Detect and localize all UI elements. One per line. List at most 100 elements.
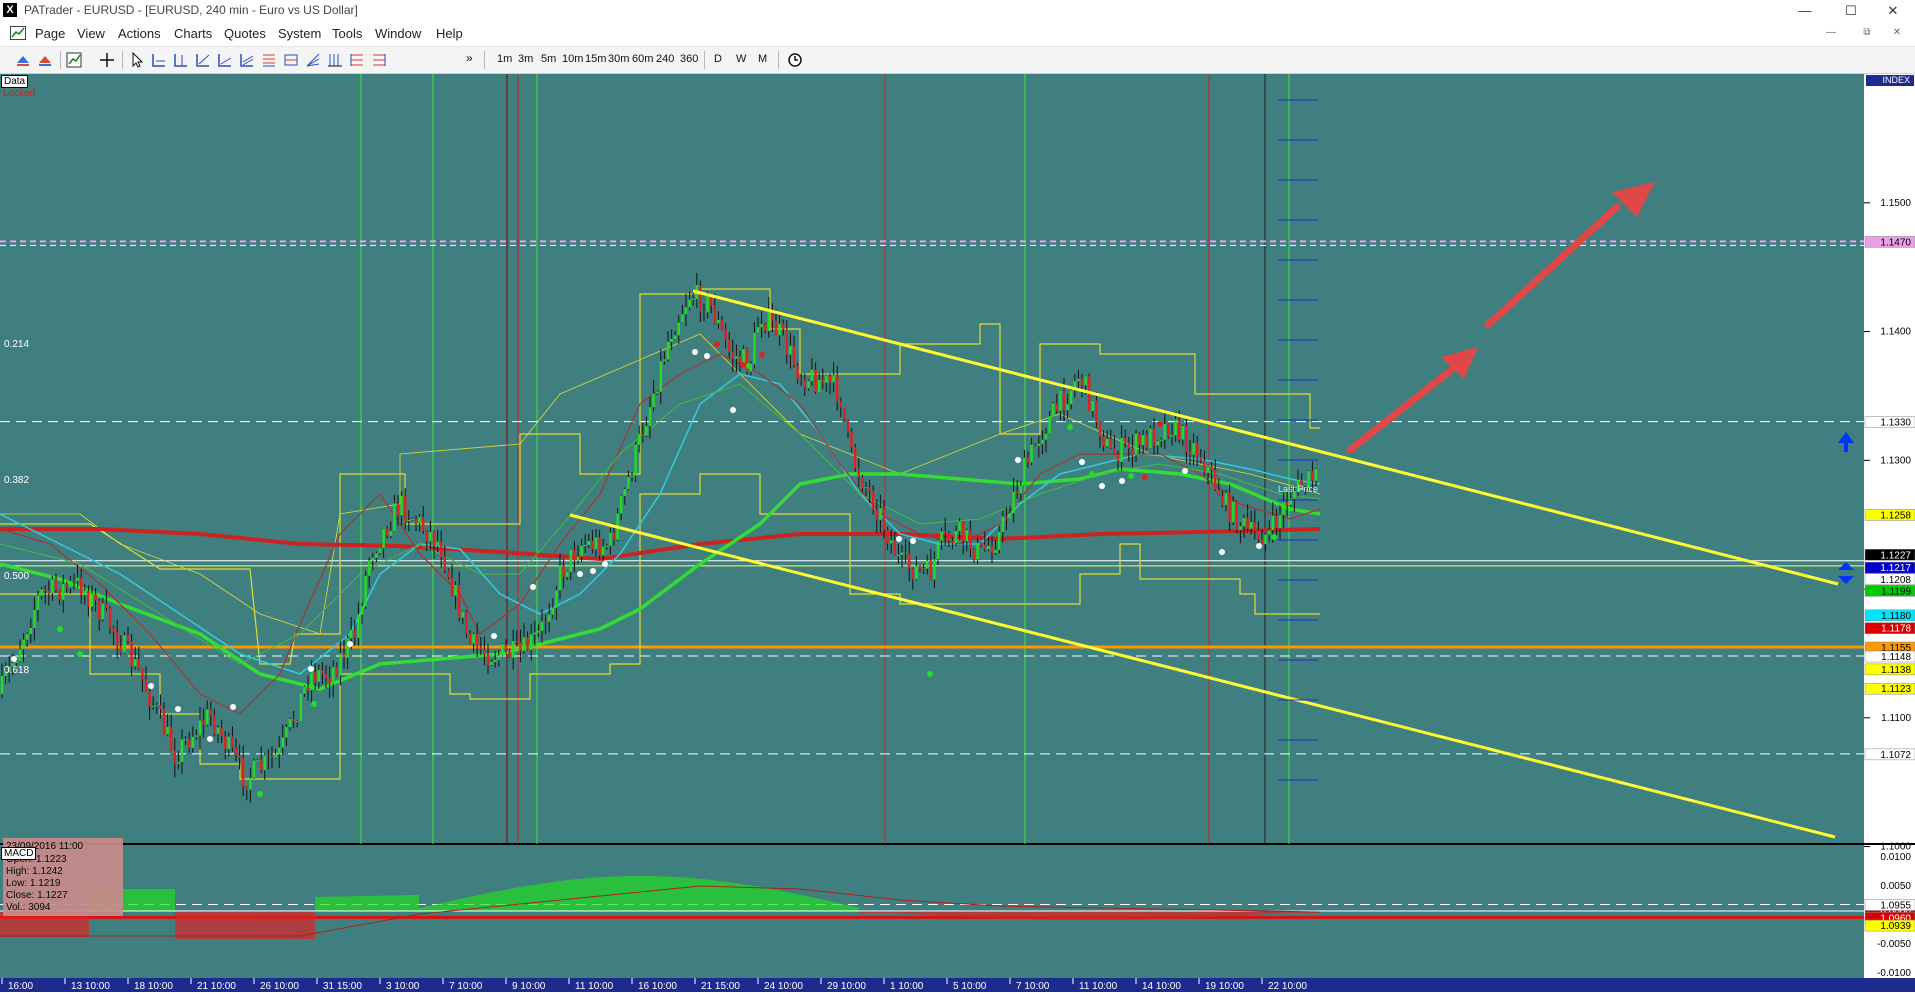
channel-tool-icon[interactable] <box>238 51 256 69</box>
candle-body <box>278 747 281 755</box>
child-minimize-button[interactable]: — <box>1820 25 1842 41</box>
candle-body <box>864 487 868 489</box>
swing-point-dot <box>57 626 63 632</box>
vertical-line-tool-icon[interactable] <box>172 51 190 69</box>
swing-point-dot <box>1089 471 1095 477</box>
timeframe-15m[interactable]: 15m <box>585 53 606 65</box>
candle-body <box>850 431 853 448</box>
candle-body <box>861 477 864 489</box>
timeframe-360[interactable]: 360 <box>680 53 698 65</box>
timeframe-5m[interactable]: 5m <box>541 53 556 65</box>
candle-body <box>576 556 580 561</box>
candle-body <box>339 653 342 676</box>
price-chart[interactable]: 1.15001.14001.13001.12001.11001.10000.01… <box>0 74 1915 992</box>
candle-body <box>108 608 112 628</box>
price-tag-label: 1.1330 <box>1880 418 1911 429</box>
candle-body <box>594 537 598 550</box>
menu-tools[interactable]: Tools <box>332 26 362 41</box>
ray-tool-icon[interactable] <box>216 51 234 69</box>
menu-quotes[interactable]: Quotes <box>224 26 266 41</box>
price-tag-label: 1.1178 <box>1881 624 1911 635</box>
open-chart-icon[interactable] <box>36 51 54 69</box>
candle-body <box>800 379 803 381</box>
candle-body <box>144 679 148 692</box>
timeframe-10m[interactable]: 10m <box>562 53 583 65</box>
candle-body <box>1170 435 1174 437</box>
candle-body <box>1048 416 1051 434</box>
candle-body <box>1286 502 1289 505</box>
candle-body <box>87 590 90 607</box>
period-weekly[interactable]: W <box>736 53 746 65</box>
candle-body <box>0 676 4 694</box>
menu-window[interactable]: Window <box>375 26 421 41</box>
candle-body <box>911 568 914 580</box>
fan-tool-icon[interactable] <box>304 51 322 69</box>
candle-body <box>587 540 590 545</box>
toolbar-more-icon[interactable]: » <box>466 51 473 65</box>
candle-body <box>904 552 907 554</box>
candle-body <box>252 760 256 778</box>
time-axis-label: 14 10:00 <box>1142 981 1181 992</box>
candle-body <box>839 401 842 408</box>
candle-body <box>418 517 421 523</box>
period-daily[interactable]: D <box>714 53 722 65</box>
candle-body <box>270 755 274 758</box>
price-axis-label: 1.1400 <box>1880 327 1911 338</box>
timeframe-60m[interactable]: 60m <box>632 53 653 65</box>
candle-body <box>238 755 241 758</box>
trendline-tool-icon[interactable] <box>194 51 212 69</box>
timeframe-3m[interactable]: 3m <box>518 53 533 65</box>
timeframe-30m[interactable]: 30m <box>608 53 629 65</box>
timeframe-240[interactable]: 240 <box>656 53 674 65</box>
menu-charts[interactable]: Charts <box>174 26 212 41</box>
child-close-button[interactable]: ✕ <box>1886 25 1908 41</box>
candle-body <box>137 659 140 669</box>
new-chart-icon[interactable] <box>14 51 32 69</box>
clock-icon[interactable] <box>786 51 804 69</box>
child-restore-button[interactable]: ⧉ <box>1856 25 1878 41</box>
candle-body <box>1152 428 1156 446</box>
candle-body <box>1016 491 1019 494</box>
menu-view[interactable]: View <box>77 26 105 41</box>
candle-body <box>299 693 302 721</box>
candle-body <box>368 560 371 576</box>
chart-type-icon[interactable] <box>65 51 83 69</box>
candle-body <box>1070 390 1073 405</box>
candle-body <box>1311 471 1314 481</box>
candle-body <box>753 332 756 365</box>
candle-body <box>206 709 209 725</box>
minimize-button[interactable]: — <box>1782 0 1828 22</box>
candle-body <box>836 375 839 402</box>
text-tool-icon[interactable] <box>370 51 388 69</box>
fibonacci-tool-icon[interactable] <box>260 51 278 69</box>
candle-body <box>843 407 846 420</box>
rectangle-tool-icon[interactable] <box>348 51 366 69</box>
maximize-button[interactable]: ☐ <box>1828 0 1874 22</box>
menu-page[interactable]: Page <box>35 26 65 41</box>
close-button[interactable]: ✕ <box>1870 0 1915 22</box>
menu-actions[interactable]: Actions <box>118 26 161 41</box>
candle-body <box>465 612 468 634</box>
timeframe-1m[interactable]: 1m <box>497 53 512 65</box>
candle-body <box>472 633 475 644</box>
menu-system[interactable]: System <box>278 26 321 41</box>
candle-body <box>90 593 94 607</box>
menu-help[interactable]: Help <box>436 26 463 41</box>
candle-body <box>796 365 799 380</box>
candle-body <box>382 528 385 549</box>
fib-extension-tool-icon[interactable] <box>282 51 300 69</box>
time-zones-tool-icon[interactable] <box>326 51 344 69</box>
cursor-icon[interactable] <box>128 51 146 69</box>
candle-body <box>1124 438 1127 443</box>
period-monthly[interactable]: M <box>758 53 767 65</box>
candle-body <box>598 537 601 556</box>
horizontal-line-tool-icon[interactable] <box>150 51 168 69</box>
candle-body <box>728 339 731 353</box>
chart-area[interactable]: 1.15001.14001.13001.12001.11001.10000.01… <box>0 74 1915 992</box>
candle-body <box>1062 390 1066 411</box>
candle-body <box>198 720 202 736</box>
crosshair-icon[interactable] <box>98 51 116 69</box>
candle-body <box>580 545 583 557</box>
candle-body <box>454 585 457 596</box>
candle-body <box>814 369 817 393</box>
